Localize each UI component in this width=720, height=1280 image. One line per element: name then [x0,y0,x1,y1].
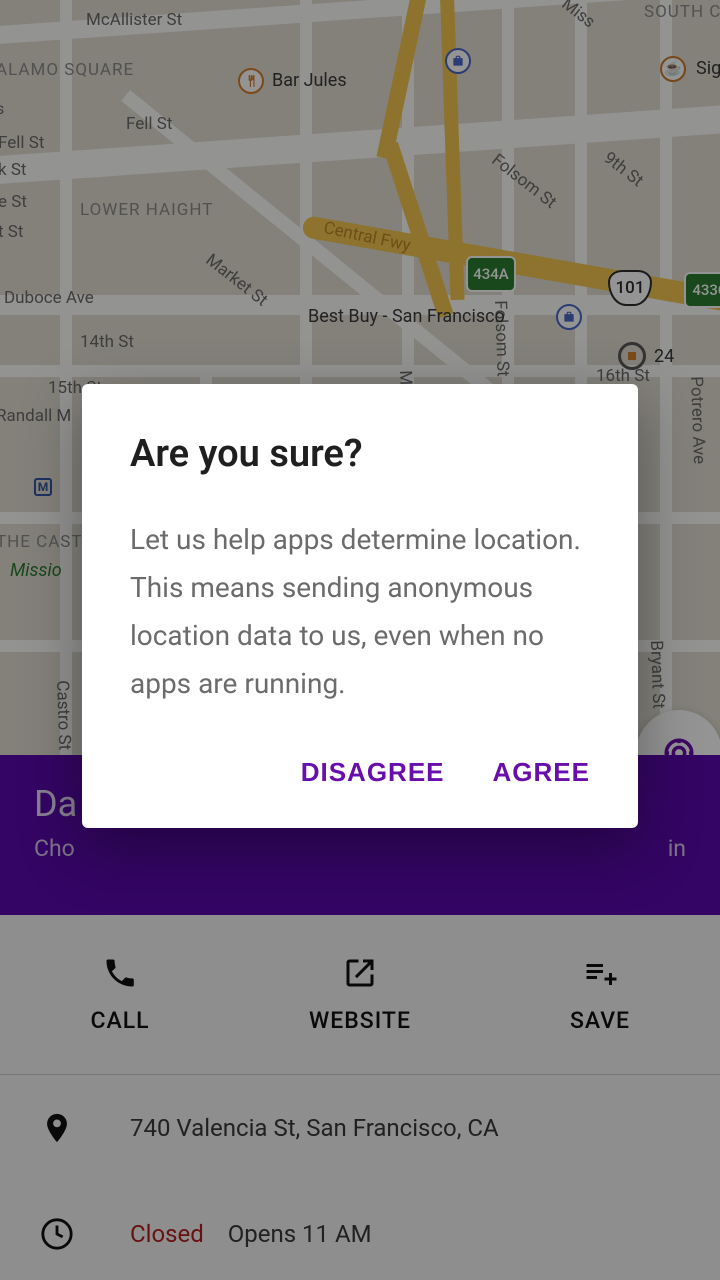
dialog-body: Let us help apps determine location. Thi… [130,516,590,709]
location-dialog: Are you sure? Let us help apps determine… [82,384,638,828]
dialog-actions: DISAGREE AGREE [130,757,590,788]
dialog-title: Are you sure? [130,432,590,476]
agree-button[interactable]: AGREE [493,757,590,788]
disagree-button[interactable]: DISAGREE [301,757,445,788]
